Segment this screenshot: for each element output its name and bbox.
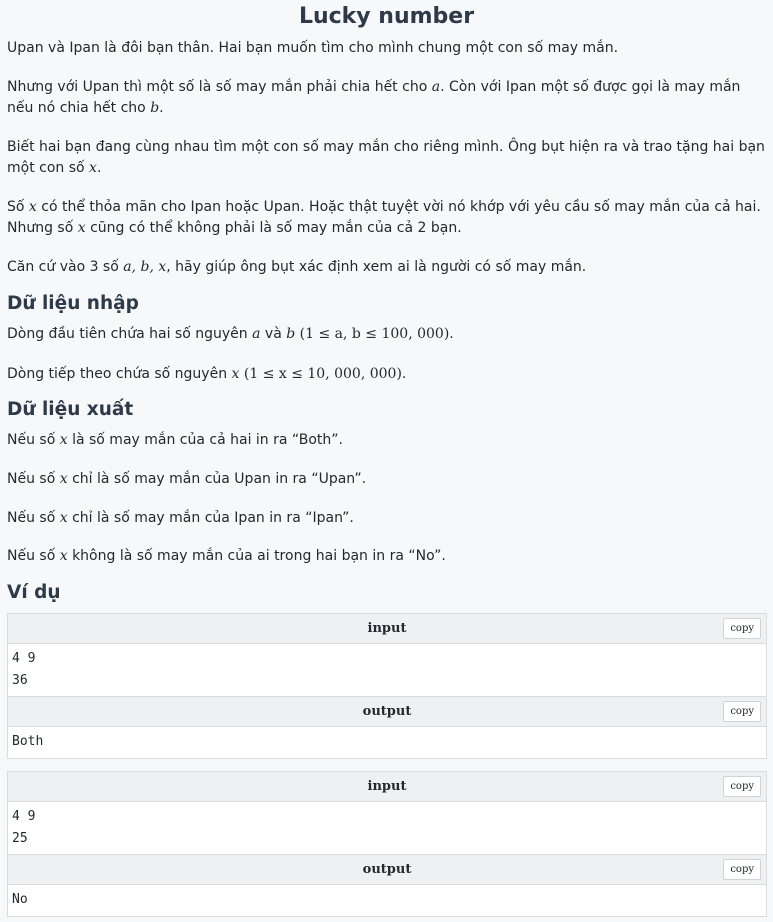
- output-rule-both: Nếu số x là số may mắn của cả hai in ra …: [7, 432, 343, 448]
- example-1: input copy 4 9 36 output copy Both: [7, 613, 767, 759]
- math-a: a: [431, 79, 441, 95]
- copy-output-button[interactable]: copy: [723, 859, 761, 880]
- examples-heading: Ví dụ: [7, 582, 61, 603]
- statement-paragraph-3: Biết hai bạn đang cùng nhau tìm một con …: [7, 139, 765, 176]
- output-rule-upan: Nếu số x chỉ là số may mắn của Upan in r…: [7, 471, 367, 487]
- statement-paragraph-5: Căn cứ vào 3 số a, b, x, hãy giúp ông bụ…: [7, 259, 587, 275]
- example-output-content: No: [12, 892, 28, 907]
- output-rule-ipan: Nếu số x chỉ là số may mắn của Ipan in r…: [7, 510, 354, 526]
- example-input-header: input copy: [8, 614, 766, 644]
- example-output-header: output copy: [8, 696, 766, 727]
- example-output-header: output copy: [8, 854, 766, 885]
- example-input-content: 4 9 25: [12, 809, 36, 846]
- math-x: x: [28, 199, 37, 215]
- math-range-ab: (1 ≤ a, b ≤ 100, 000): [299, 326, 450, 342]
- input-line-1: Dòng đầu tiên chứa hai số nguyên a và b …: [7, 326, 454, 342]
- copy-input-button[interactable]: copy: [723, 776, 761, 797]
- example-input-content: 4 9 36: [12, 651, 36, 688]
- example-2: input copy 4 9 25 output copy No: [7, 771, 767, 917]
- input-heading: Dữ liệu nhập: [7, 293, 139, 314]
- math-abx: a, b, x: [123, 259, 167, 275]
- copy-output-button[interactable]: copy: [723, 701, 761, 722]
- math-x: x: [77, 220, 86, 236]
- output-rule-no: Nếu số x không là số may mắn của ai tron…: [7, 548, 446, 564]
- statement-paragraph-1: Upan và Ipan là đôi bạn thân. Hai bạn mu…: [7, 40, 619, 56]
- statement-paragraph-2: Nhưng với Upan thì một số là số may mắn …: [7, 79, 741, 116]
- example-output-content: Both: [12, 734, 44, 749]
- math-x: x: [89, 160, 97, 176]
- statement-paragraph-4: Số x có thể thỏa mãn cho Ipan hoặc Upan.…: [7, 199, 761, 236]
- math-b: b: [150, 100, 160, 116]
- example-input-header: input copy: [8, 772, 766, 802]
- math-range-x: (1 ≤ x ≤ 10, 000, 000): [243, 366, 402, 382]
- copy-input-button[interactable]: copy: [723, 618, 761, 639]
- input-line-2: Dòng tiếp theo chứa số nguyên x (1 ≤ x ≤…: [7, 366, 407, 382]
- problem-title: Lucky number: [298, 4, 475, 29]
- output-heading: Dữ liệu xuất: [7, 399, 134, 420]
